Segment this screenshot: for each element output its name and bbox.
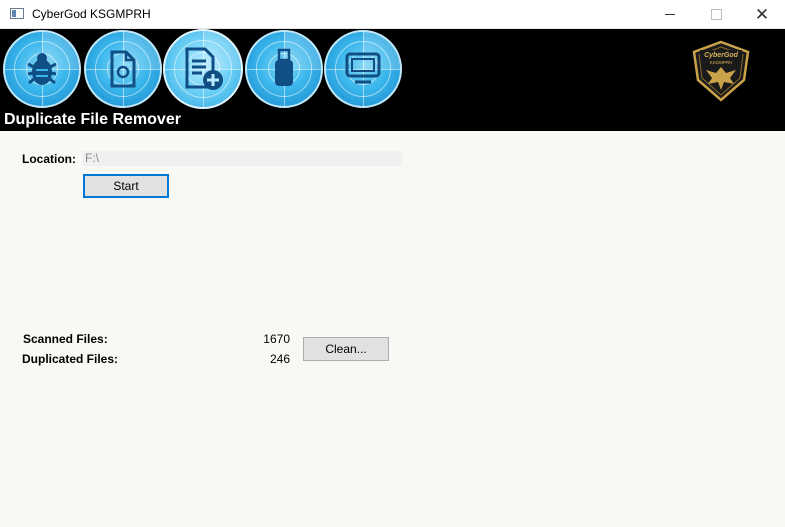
nav-file-scan-button[interactable] <box>84 30 162 108</box>
minimize-button[interactable] <box>647 0 693 29</box>
window-titlebar: CyberGod KSGMPRH ✕ <box>0 0 785 29</box>
scanned-files-label: Scanned Files: <box>23 332 108 346</box>
clean-button[interactable]: Clean... <box>303 337 389 361</box>
close-button[interactable]: ✕ <box>739 0 785 29</box>
app-window-icon <box>10 8 24 19</box>
svg-text:KSGMPRH: KSGMPRH <box>710 60 733 65</box>
svg-text:CyberGod: CyberGod <box>704 52 739 59</box>
start-button[interactable]: Start <box>83 174 169 198</box>
cybergod-logo: CyberGod KSGMPRH <box>692 40 750 102</box>
duplicated-files-value: 246 <box>269 352 290 366</box>
maximize-button[interactable] <box>693 0 739 29</box>
monitor-icon <box>345 52 381 84</box>
usb-drive-icon <box>275 48 293 86</box>
location-label: Location: <box>22 152 76 166</box>
duplicated-files-label: Duplicated Files: <box>22 352 119 366</box>
scanned-files-value: 1670 <box>263 332 290 346</box>
close-icon: ✕ <box>754 4 770 24</box>
nav-duplicate-remover-button[interactable] <box>163 29 243 109</box>
nav-system-button[interactable] <box>324 30 402 108</box>
window-title: CyberGod KSGMPRH <box>32 7 151 21</box>
location-input[interactable]: F:\ <box>82 151 402 166</box>
bug-icon <box>27 53 57 85</box>
maximize-icon <box>710 9 722 20</box>
nav-antivirus-button[interactable] <box>3 30 81 108</box>
nav-usb-button[interactable] <box>245 30 323 108</box>
page-title: Duplicate File Remover <box>4 111 181 128</box>
minimize-icon <box>665 14 675 15</box>
add-document-icon <box>185 47 223 90</box>
document-icon <box>110 50 136 88</box>
